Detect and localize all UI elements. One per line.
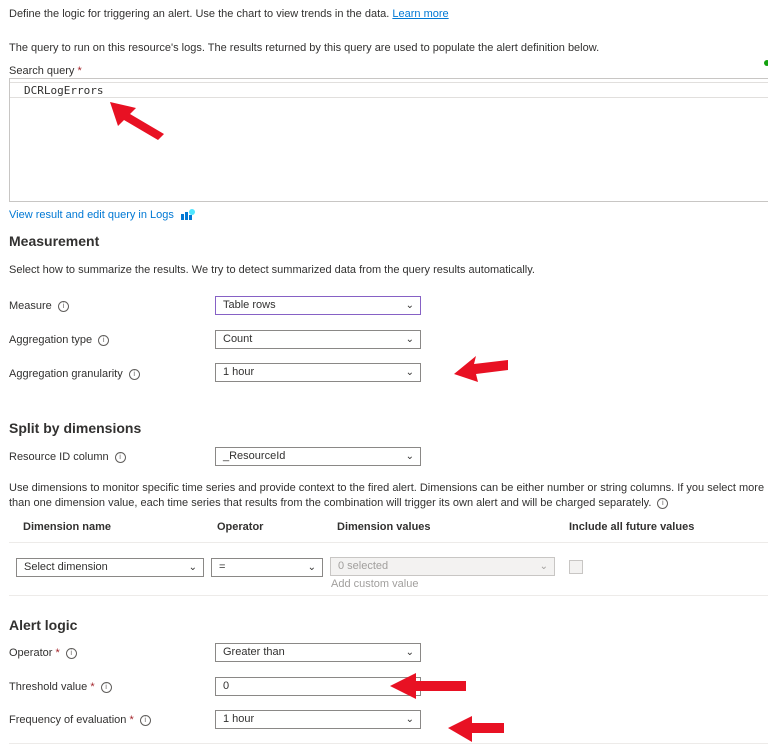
required-asterisk: * (90, 681, 95, 693)
chevron-down-icon: ⌄ (405, 714, 414, 725)
measure-label: Measure i (9, 300, 69, 312)
alert-operator-dropdown[interactable]: Greater than ⌄ (215, 643, 421, 662)
intro-text: Define the logic for triggering an alert… (9, 8, 449, 20)
chevron-down-icon: ⌄ (405, 300, 414, 311)
annotation-arrow-frequency (448, 716, 504, 742)
column-include-future: Include all future values (569, 521, 695, 533)
add-custom-value[interactable]: Add custom value (331, 578, 418, 590)
aggregation-type-label: Aggregation type i (9, 334, 110, 346)
measure-label-text: Measure (9, 300, 52, 312)
info-icon[interactable]: i (100, 681, 112, 693)
aggregation-type-value: Count (223, 333, 253, 345)
alert-operator-value: Greater than (223, 646, 285, 658)
aggregation-granularity-label: Aggregation granularity i (9, 368, 140, 380)
required-asterisk: * (129, 714, 134, 726)
dimension-select-value: Select dimension (24, 561, 108, 573)
annotation-arrow-granularity (454, 356, 508, 382)
info-icon[interactable]: i (98, 334, 110, 346)
info-icon[interactable]: i (57, 300, 69, 312)
split-description-line2-text: than one dimension value, each time seri… (9, 497, 652, 509)
info-icon[interactable]: i (128, 368, 140, 380)
chevron-down-icon: ⌄ (307, 562, 316, 573)
column-dimension-name: Dimension name (23, 521, 112, 533)
frequency-label: Frequency of evaluation * i (9, 714, 151, 726)
chevron-down-icon: ⌄ (188, 562, 197, 573)
query-description: The query to run on this resource's logs… (9, 42, 600, 54)
resource-id-label-text: Resource ID column (9, 451, 109, 463)
column-operator: Operator (217, 521, 264, 533)
required-asterisk: * (77, 65, 82, 77)
aggregation-granularity-label-text: Aggregation granularity (9, 368, 123, 380)
measure-value: Table rows (223, 299, 276, 311)
bottom-divider (9, 743, 768, 744)
table-header-divider (9, 542, 768, 543)
dimension-operator-value: = (219, 561, 226, 573)
chevron-down-icon: ⌄ (405, 451, 414, 462)
frequency-label-text: Frequency of evaluation (9, 714, 127, 726)
chevron-down-icon: ⌄ (405, 367, 414, 378)
operator-label-text: Operator (9, 647, 53, 659)
threshold-label: Threshold value * i (9, 681, 112, 693)
frequency-value: 1 hour (223, 713, 255, 725)
aggregation-granularity-dropdown[interactable]: 1 hour ⌄ (215, 363, 421, 382)
alert-logic-heading: Alert logic (9, 617, 78, 633)
search-query-label: Search query * (9, 65, 82, 77)
chevron-down-icon: ⌄ (405, 334, 414, 345)
search-query-label-text: Search query (9, 65, 75, 77)
split-heading: Split by dimensions (9, 420, 142, 436)
logs-icon[interactable] (180, 209, 195, 221)
view-result-link[interactable]: View result and edit query in Logs (9, 209, 174, 221)
resource-id-label: Resource ID column i (9, 451, 126, 463)
chevron-down-icon: ⌄ (539, 561, 548, 572)
column-dimension-values: Dimension values (337, 521, 431, 533)
editor-current-line (10, 82, 768, 98)
include-future-checkbox[interactable] (569, 560, 583, 574)
resource-id-dropdown[interactable]: _ResourceId ⌄ (215, 447, 421, 466)
info-icon[interactable]: i (657, 497, 669, 509)
split-description-line2: than one dimension value, each time seri… (9, 497, 669, 509)
dimension-values-value: 0 selected (338, 560, 389, 572)
query-text[interactable]: DCRLogErrors (24, 84, 103, 97)
info-icon[interactable]: i (114, 451, 126, 463)
annotation-arrow-threshold (390, 673, 466, 699)
status-dot-icon (764, 60, 768, 66)
info-icon[interactable]: i (65, 647, 77, 659)
aggregation-type-label-text: Aggregation type (9, 334, 93, 346)
frequency-dropdown[interactable]: 1 hour ⌄ (215, 710, 421, 729)
view-result-link-row[interactable]: View result and edit query in Logs (9, 209, 195, 221)
dimension-operator-select[interactable]: = ⌄ (211, 558, 323, 577)
measurement-description: Select how to summarize the results. We … (9, 264, 535, 276)
annotation-arrow-query (110, 102, 164, 140)
dimension-select[interactable]: Select dimension ⌄ (16, 558, 204, 577)
threshold-value[interactable]: 0 (223, 680, 229, 692)
threshold-label-text: Threshold value (9, 681, 88, 693)
table-row-divider (9, 595, 768, 596)
learn-more-link[interactable]: Learn more (392, 8, 448, 20)
measure-dropdown[interactable]: Table rows ⌄ (215, 296, 421, 315)
aggregation-type-dropdown[interactable]: Count ⌄ (215, 330, 421, 349)
info-icon[interactable]: i (139, 714, 151, 726)
measurement-heading: Measurement (9, 233, 100, 249)
operator-label: Operator * i (9, 647, 77, 659)
aggregation-granularity-value: 1 hour (223, 366, 255, 378)
chevron-down-icon: ⌄ (405, 647, 414, 658)
split-description-line1: Use dimensions to monitor specific time … (9, 482, 765, 494)
dimension-values-select[interactable]: 0 selected ⌄ (330, 557, 555, 576)
intro-description: Define the logic for triggering an alert… (9, 8, 390, 20)
resource-id-value: _ResourceId (223, 450, 286, 462)
required-asterisk: * (55, 647, 60, 659)
